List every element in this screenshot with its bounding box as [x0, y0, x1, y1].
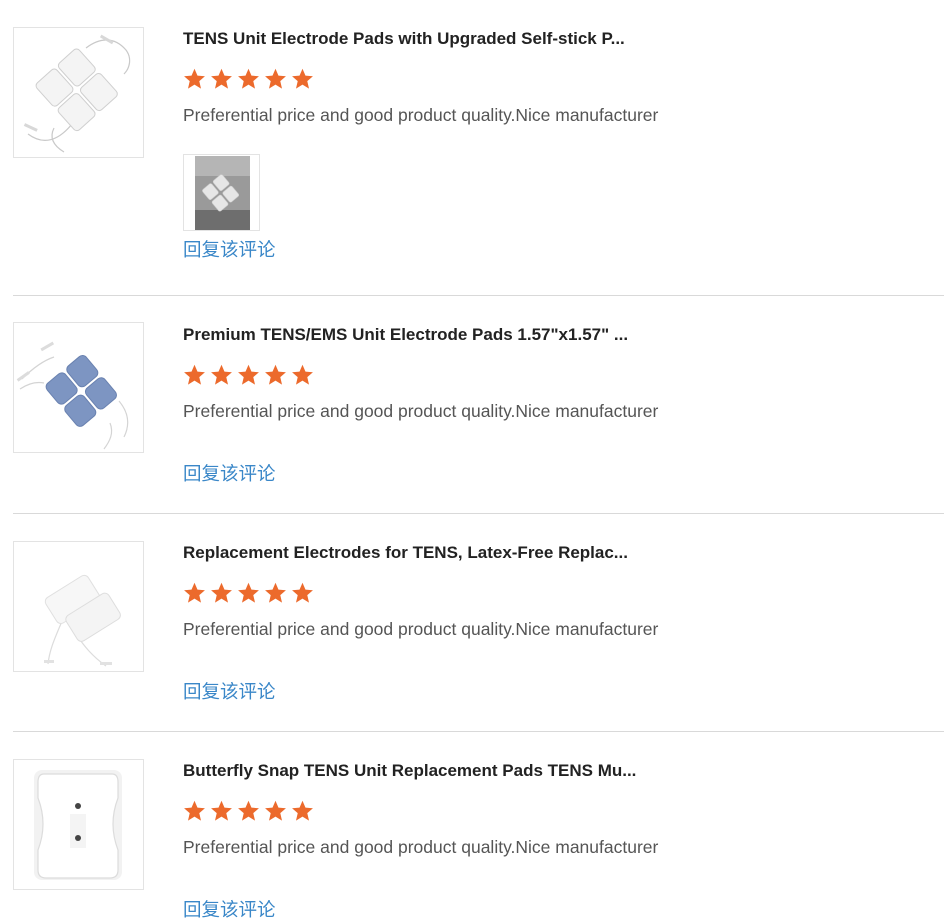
star-icon [183, 582, 206, 604]
star-icon [183, 68, 206, 90]
rectangular-electrode-pads-image[interactable] [13, 541, 144, 672]
star-rating [183, 800, 944, 822]
review-comment: Preferential price and good product qual… [183, 837, 659, 857]
review-item: Replacement Electrodes for TENS, Latex-F… [13, 514, 944, 732]
butterfly-snap-pad-image[interactable] [13, 759, 144, 890]
white-square-electrode-pads-image[interactable] [13, 27, 144, 158]
star-icon [210, 582, 233, 604]
star-icon [210, 68, 233, 90]
reply-comment-link[interactable]: 回复该评论 [183, 463, 276, 485]
star-icon [237, 364, 260, 386]
review-comment: Preferential price and good product qual… [183, 401, 659, 421]
star-icon [183, 800, 206, 822]
review-comment: Preferential price and good product qual… [183, 105, 659, 125]
star-icon [237, 68, 260, 90]
star-icon [183, 364, 206, 386]
product-title[interactable]: Premium TENS/EMS Unit Electrode Pads 1.5… [183, 325, 944, 345]
star-icon [210, 800, 233, 822]
product-title[interactable]: Butterfly Snap TENS Unit Replacement Pad… [183, 761, 944, 781]
product-title[interactable]: TENS Unit Electrode Pads with Upgraded S… [183, 29, 944, 49]
star-icon [210, 364, 233, 386]
star-rating [183, 364, 944, 386]
star-icon [237, 582, 260, 604]
review-item: Butterfly Snap TENS Unit Replacement Pad… [13, 732, 944, 924]
star-icon [291, 68, 314, 90]
product-title[interactable]: Replacement Electrodes for TENS, Latex-F… [183, 543, 944, 563]
star-icon [237, 800, 260, 822]
review-item: TENS Unit Electrode Pads with Upgraded S… [13, 0, 944, 296]
star-icon [291, 800, 314, 822]
review-list: TENS Unit Electrode Pads with Upgraded S… [0, 0, 944, 924]
blue-electrode-pads-image[interactable] [13, 322, 144, 453]
star-icon [264, 68, 287, 90]
review-comment: Preferential price and good product qual… [183, 619, 659, 639]
reply-comment-link[interactable]: 回复该评论 [183, 239, 276, 261]
reply-comment-link[interactable]: 回复该评论 [183, 899, 276, 921]
star-icon [291, 582, 314, 604]
star-rating [183, 582, 944, 604]
review-photo[interactable] [183, 154, 260, 231]
star-icon [264, 800, 287, 822]
star-rating [183, 68, 944, 90]
star-icon [264, 364, 287, 386]
reply-comment-link[interactable]: 回复该评论 [183, 681, 276, 703]
star-icon [264, 582, 287, 604]
star-icon [291, 364, 314, 386]
review-item: Premium TENS/EMS Unit Electrode Pads 1.5… [13, 296, 944, 514]
